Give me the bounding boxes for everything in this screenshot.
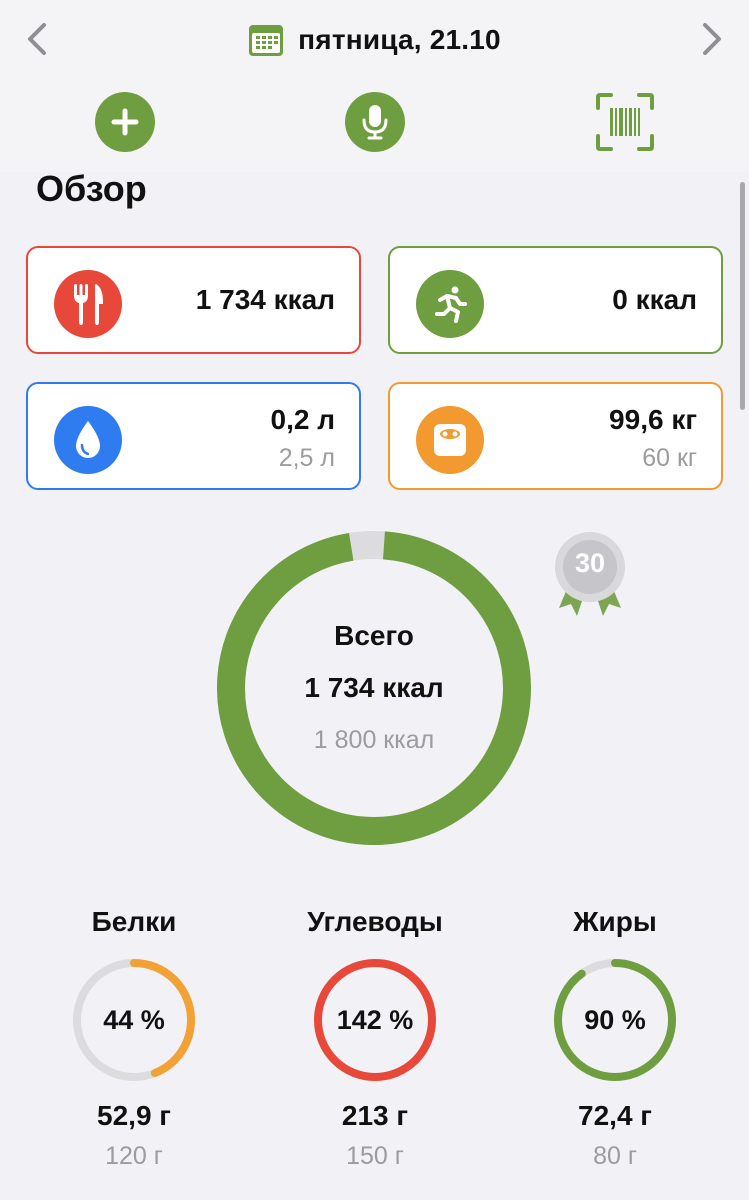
chevron-right-icon	[703, 23, 721, 55]
plus-icon	[111, 108, 139, 136]
date-selector[interactable]: пятница, 21.10	[0, 20, 749, 60]
water-goal: 2,5 л	[278, 444, 335, 472]
fork-knife-icon	[54, 270, 122, 338]
macro-percent: 142 %	[336, 1004, 414, 1035]
macro-percent: 90 %	[584, 1004, 646, 1035]
current-weight: 99,6 кг	[609, 404, 697, 435]
weight-card[interactable]: 99,6 кг 60 кг	[388, 382, 723, 490]
carbs-ring: 142 %	[309, 954, 441, 1086]
total-label: Всего	[334, 620, 414, 651]
barcode-scan-icon	[596, 93, 654, 151]
macro-goal: 80 г	[593, 1142, 637, 1170]
target-weight: 60 кг	[642, 444, 697, 472]
macro-amount: 72,4 г	[578, 1100, 652, 1131]
next-day-button[interactable]	[687, 14, 737, 64]
macro-amount: 213 г	[341, 1100, 409, 1131]
microphone-icon	[362, 105, 388, 140]
activity-card[interactable]: 0 ккал	[388, 246, 723, 354]
streak-medal[interactable]: 30	[553, 530, 627, 620]
water-amount: 0,2 л	[270, 404, 336, 435]
macro-percent: 44 %	[103, 1004, 165, 1035]
voice-input-button[interactable]	[345, 92, 405, 152]
activity-calories: 0 ккал	[612, 284, 697, 315]
water-card[interactable]: 0,2 л 2,5 л	[26, 382, 361, 490]
total-calories-value: 1 734 ккал	[304, 672, 444, 703]
total-calories-goal: 1 800 ккал	[313, 726, 435, 754]
current-date: пятница, 21.10	[298, 24, 501, 55]
scrollbar[interactable]	[740, 182, 745, 410]
add-entry-button[interactable]	[95, 92, 155, 152]
protein-block[interactable]: Белки 44 % 52,9 г 120 г	[44, 906, 224, 1171]
macro-name: Углеводы	[307, 906, 443, 937]
macro-goal: 150 г	[346, 1142, 404, 1170]
fat-ring: 90 %	[549, 954, 681, 1086]
carbs-block[interactable]: Углеводы 142 % 213 г 150 г	[285, 906, 465, 1171]
calendar-icon	[249, 25, 284, 56]
barcode-scan-button[interactable]	[595, 92, 655, 152]
food-calories: 1 734 ккал	[195, 284, 335, 315]
overview-title: Обзор	[36, 168, 147, 209]
macro-name: Жиры	[573, 906, 657, 937]
fat-block[interactable]: Жиры 90 % 72,4 г 80 г	[525, 906, 705, 1171]
macro-name: Белки	[91, 906, 177, 937]
protein-ring: 44 %	[68, 954, 200, 1086]
macro-amount: 52,9 г	[97, 1100, 171, 1131]
macro-goal: 120 г	[105, 1142, 163, 1170]
food-card[interactable]: 1 734 ккал	[26, 246, 361, 354]
medal-number: 30	[574, 548, 606, 578]
running-icon	[416, 270, 484, 338]
top-bar: пятница, 21.10	[0, 0, 749, 172]
water-drop-icon	[54, 406, 122, 474]
scale-icon	[416, 406, 484, 474]
